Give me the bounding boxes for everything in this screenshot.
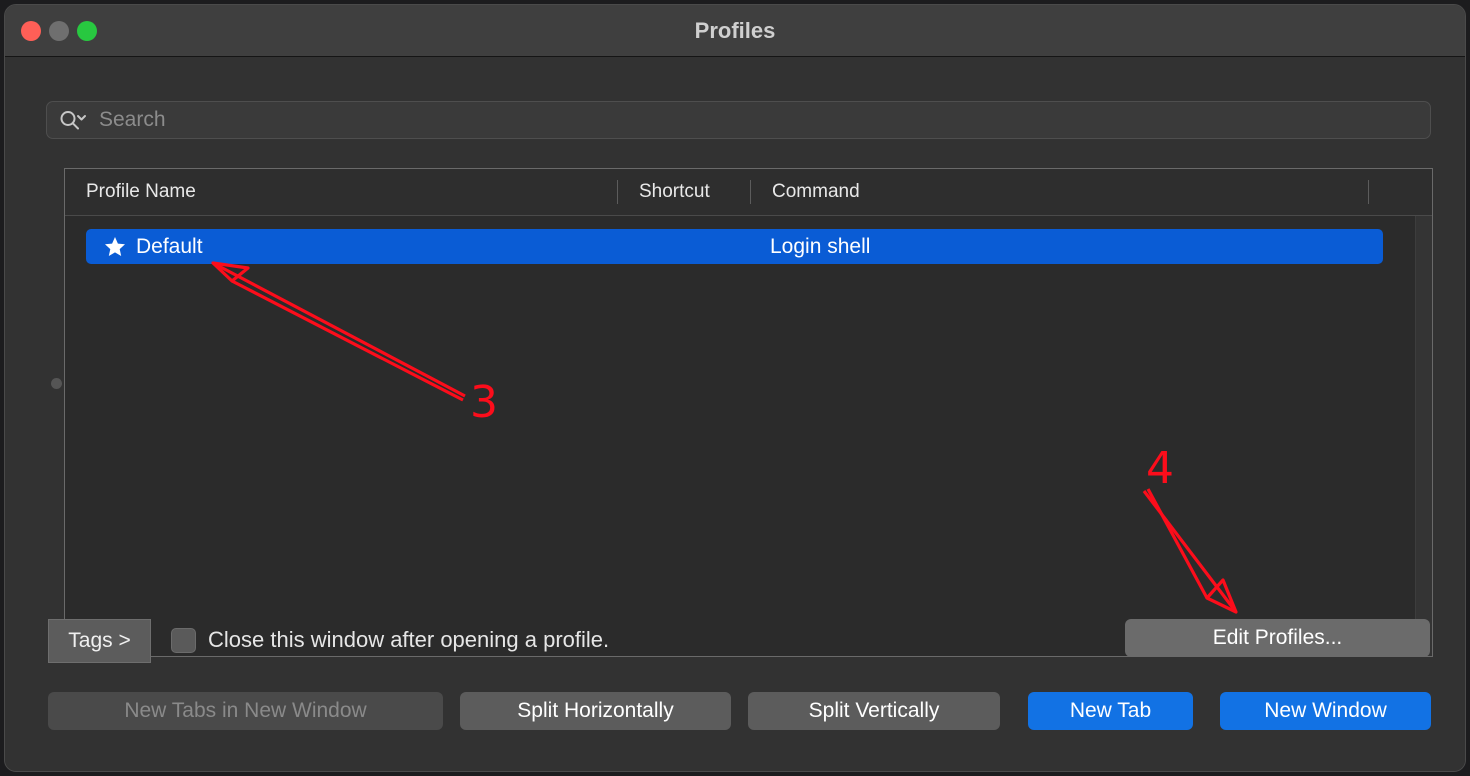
search-icon[interactable] (59, 109, 87, 131)
edit-profiles-button[interactable]: Edit Profiles... (1125, 619, 1430, 657)
table-scrollbar[interactable] (1415, 216, 1432, 656)
profile-command-cell: Login shell (770, 234, 871, 258)
table-body: Default Login shell (65, 216, 1432, 656)
close-window-checkbox[interactable] (171, 627, 196, 653)
column-header-command[interactable]: Command (751, 169, 1369, 215)
new-window-button[interactable]: New Window (1220, 692, 1431, 730)
table-header-row: Profile Name Shortcut Command (65, 169, 1432, 216)
column-header-profile-name[interactable]: Profile Name (65, 169, 618, 215)
annotation-label-4: 4 (1146, 443, 1174, 494)
split-vertically-button[interactable]: Split Vertically (748, 692, 1000, 730)
new-tabs-in-new-window-button[interactable]: New Tabs in New Window (48, 692, 443, 730)
new-tab-button[interactable]: New Tab (1028, 692, 1193, 730)
profiles-window: Profiles Search Profile Name Shortcut Co… (4, 4, 1466, 772)
title-bar: Profiles (5, 5, 1465, 57)
split-horizontally-button[interactable]: Split Horizontally (460, 692, 731, 730)
profile-name-cell: Default (136, 234, 203, 258)
search-field[interactable]: Search (46, 101, 1431, 139)
column-header-label: Command (772, 181, 860, 202)
search-input[interactable]: Search (99, 108, 166, 132)
window-title: Profiles (694, 17, 776, 43)
tags-button[interactable]: Tags > (48, 619, 151, 663)
column-header-label: Shortcut (639, 181, 710, 202)
window-body: Search Profile Name Shortcut Command Def… (5, 57, 1465, 771)
default-profile-row[interactable]: Default Login shell (86, 229, 1383, 264)
column-header-spacer (1369, 169, 1432, 215)
star-icon (104, 236, 126, 257)
column-header-shortcut[interactable]: Shortcut (618, 169, 751, 215)
column-header-label: Profile Name (86, 181, 196, 202)
window-resize-handle[interactable] (51, 378, 62, 389)
close-window-checkbox-group[interactable]: Close this window after opening a profil… (171, 627, 609, 653)
close-window-checkbox-label: Close this window after opening a profil… (208, 627, 610, 652)
profiles-table: Profile Name Shortcut Command Default Lo… (64, 168, 1433, 657)
annotation-label-3: 3 (470, 377, 498, 428)
